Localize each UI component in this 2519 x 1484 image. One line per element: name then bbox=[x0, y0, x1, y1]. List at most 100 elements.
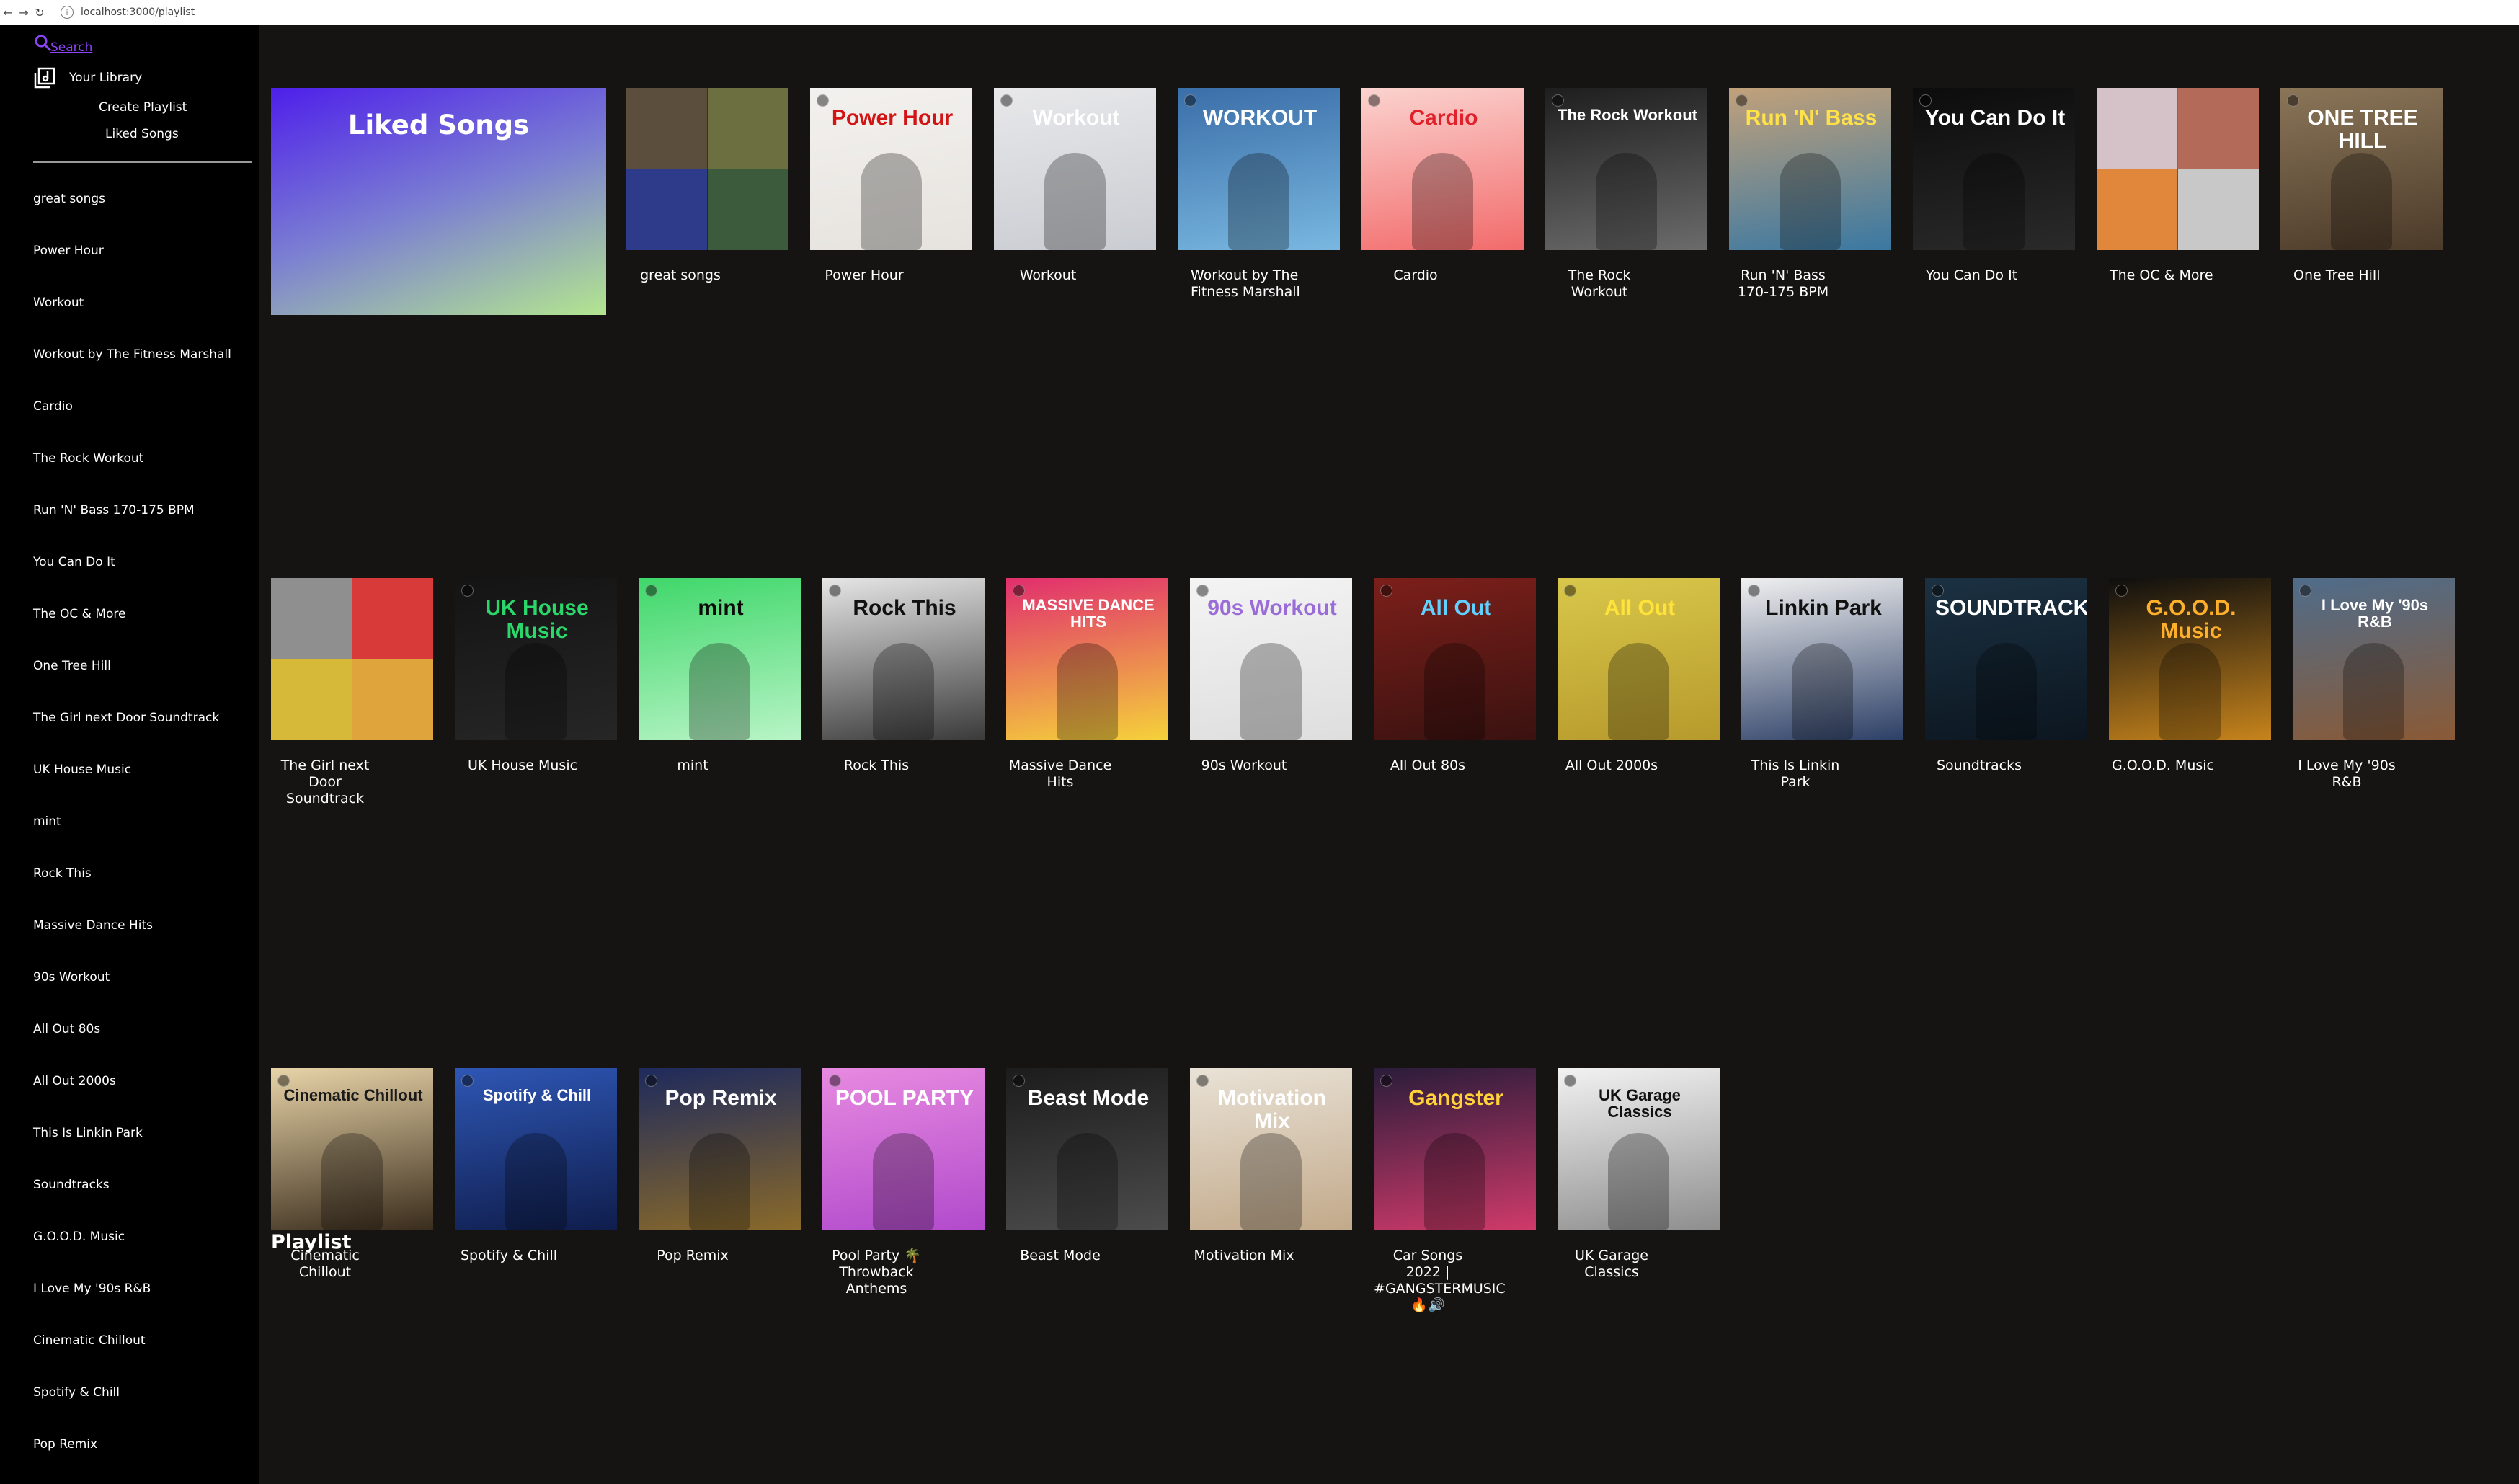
sidebar-item[interactable]: 90s Workout bbox=[33, 970, 231, 1022]
playlist-name[interactable]: You Can Do It bbox=[1913, 267, 2050, 284]
back-icon[interactable]: ← bbox=[0, 6, 16, 19]
reload-icon[interactable]: ↻ bbox=[32, 6, 48, 19]
sidebar-item[interactable]: UK House Music bbox=[33, 763, 231, 814]
playlist-name[interactable]: Run 'N' Bass 170-175 BPM bbox=[1729, 267, 1837, 301]
search-link[interactable]: Search bbox=[50, 40, 92, 55]
playlist-card[interactable]: The Girl next Door Soundtrack bbox=[271, 578, 433, 807]
sidebar-item[interactable]: Massive Dance Hits bbox=[33, 918, 231, 970]
sidebar-item[interactable]: This Is Linkin Park bbox=[33, 1126, 231, 1178]
sidebar-item[interactable]: You Can Do It bbox=[33, 555, 231, 607]
playlist-name[interactable]: Beast Mode bbox=[1006, 1248, 1114, 1264]
create-playlist-button[interactable]: Create Playlist bbox=[99, 100, 187, 115]
playlist-name[interactable]: Pool Party 🌴 Throwback Anthems bbox=[822, 1248, 930, 1297]
playlist-name[interactable]: Power Hour bbox=[810, 267, 918, 284]
playlist-card[interactable]: Pop Remix Pop Remix bbox=[639, 1068, 801, 1263]
playlist-name[interactable]: mint bbox=[639, 757, 747, 774]
playlist-name[interactable]: One Tree Hill bbox=[2280, 267, 2417, 284]
sidebar-item[interactable]: Workout bbox=[33, 296, 231, 347]
sidebar-divider bbox=[33, 161, 252, 163]
playlist-card[interactable]: Motivation Mix Motivation Mix bbox=[1190, 1068, 1352, 1263]
playlist-name[interactable]: Workout by The Fitness Marshall bbox=[1178, 267, 1315, 301]
playlist-card[interactable]: Gangster Car Songs 2022 | #GANGSTERMUSIC … bbox=[1374, 1068, 1536, 1313]
playlist-card[interactable]: MASSIVE DANCE HITS Massive Dance Hits bbox=[1006, 578, 1168, 790]
sidebar-item[interactable]: One Tree Hill bbox=[33, 659, 231, 711]
playlist-name[interactable]: 90s Workout bbox=[1190, 757, 1298, 774]
your-library-nav[interactable]: Your Library bbox=[33, 66, 142, 89]
playlist-card[interactable]: SOUNDTRACKS Soundtracks bbox=[1925, 578, 2087, 773]
sidebar-item[interactable]: Soundtracks bbox=[33, 1178, 231, 1230]
playlist-name[interactable]: The Rock Workout bbox=[1545, 267, 1653, 301]
search-nav[interactable]: Search bbox=[33, 30, 92, 55]
sidebar-item[interactable]: Run 'N' Bass 170-175 BPM bbox=[33, 503, 231, 555]
playlist-card[interactable]: Workout Workout bbox=[994, 88, 1156, 283]
playlist-name[interactable]: UK House Music bbox=[455, 757, 592, 774]
playlist-name[interactable]: Soundtracks bbox=[1925, 757, 2033, 774]
sidebar-item[interactable]: All Out 2000s bbox=[33, 1074, 231, 1126]
playlist-card[interactable]: great songs bbox=[626, 88, 788, 283]
sidebar-item[interactable]: Cinematic Chillout bbox=[33, 1333, 231, 1385]
playlist-card[interactable]: I Love My '90s R&B I Love My '90s R&B bbox=[2293, 578, 2455, 790]
playlist-name[interactable]: All Out 2000s bbox=[1558, 757, 1666, 774]
sidebar-item[interactable]: Power Hour bbox=[33, 244, 231, 296]
playlist-name[interactable]: I Love My '90s R&B bbox=[2293, 757, 2401, 791]
playlist-name[interactable]: Workout bbox=[994, 267, 1102, 284]
playlist-name[interactable]: This Is Linkin Park bbox=[1741, 757, 1849, 791]
playlist-name[interactable]: Car Songs 2022 | #GANGSTERMUSIC 🔥🔊 bbox=[1374, 1248, 1506, 1314]
site-info-icon[interactable]: i bbox=[61, 6, 74, 19]
playlist-name[interactable]: Pop Remix bbox=[639, 1248, 747, 1264]
playlist-name[interactable]: G.O.O.D. Music bbox=[2109, 757, 2217, 774]
section-heading: Playlist bbox=[271, 1231, 352, 1253]
sidebar-item[interactable]: Rock This bbox=[33, 866, 231, 918]
sidebar-item[interactable]: The OC & More bbox=[33, 607, 231, 659]
playlist-name[interactable]: great songs bbox=[626, 267, 734, 284]
sidebar-item[interactable]: All Out 80s bbox=[33, 1022, 231, 1074]
forward-icon[interactable]: → bbox=[16, 6, 32, 19]
sidebar-item[interactable]: G.O.O.D. Music bbox=[33, 1230, 231, 1281]
sidebar-item[interactable]: Pop Remix bbox=[33, 1437, 231, 1484]
playlist-card[interactable]: Linkin Park This Is Linkin Park bbox=[1741, 578, 1903, 790]
playlist-card[interactable]: POOL PARTY Pool Party 🌴 Throwback Anthems bbox=[822, 1068, 985, 1297]
address-bar[interactable]: localhost:3000/playlist bbox=[81, 6, 195, 18]
liked-songs-link[interactable]: Liked Songs bbox=[105, 127, 179, 141]
playlist-card[interactable]: The OC & More bbox=[2097, 88, 2259, 283]
playlist-card[interactable]: mint mint bbox=[639, 578, 801, 773]
cover-title: Beast Mode bbox=[1027, 1086, 1150, 1110]
sidebar-item[interactable]: Spotify & Chill bbox=[33, 1385, 231, 1437]
cover-title: 90s Workout bbox=[1207, 596, 1337, 620]
playlist-card[interactable]: Beast Mode Beast Mode bbox=[1006, 1068, 1168, 1263]
sidebar-item[interactable]: The Girl next Door Soundtrack bbox=[33, 711, 231, 763]
playlist-name[interactable]: Rock This bbox=[822, 757, 930, 774]
sidebar-item[interactable]: Cardio bbox=[33, 399, 231, 451]
playlist-card[interactable]: G.O.O.D. Music G.O.O.D. Music bbox=[2109, 578, 2271, 773]
playlist-name[interactable]: Massive Dance Hits bbox=[1006, 757, 1114, 791]
playlist-card[interactable]: WORKOUT Workout by The Fitness Marshall bbox=[1178, 88, 1340, 300]
playlist-card[interactable]: Spotify & Chill Spotify & Chill bbox=[455, 1068, 617, 1263]
playlist-card[interactable]: Cardio Cardio bbox=[1361, 88, 1524, 283]
playlist-card[interactable]: Run 'N' Bass Run 'N' Bass 170-175 BPM bbox=[1729, 88, 1891, 300]
playlist-card[interactable]: UK House Music UK House Music bbox=[455, 578, 617, 773]
playlist-name[interactable]: Cardio bbox=[1361, 267, 1470, 284]
liked-songs-card[interactable]: Liked Songs bbox=[271, 88, 606, 315]
sidebar-item[interactable]: mint bbox=[33, 814, 231, 866]
playlist-card[interactable]: Rock This Rock This bbox=[822, 578, 985, 773]
playlist-card[interactable]: Power Hour Power Hour bbox=[810, 88, 972, 283]
sidebar-item[interactable]: Workout by The Fitness Marshall bbox=[33, 347, 231, 399]
playlist-name[interactable]: UK Garage Classics bbox=[1558, 1248, 1666, 1281]
playlist-card[interactable]: All Out All Out 80s bbox=[1374, 578, 1536, 773]
playlist-card[interactable]: UK Garage Classics UK Garage Classics bbox=[1558, 1068, 1720, 1280]
sidebar-item[interactable]: great songs bbox=[33, 192, 231, 244]
playlist-card[interactable]: All Out All Out 2000s bbox=[1558, 578, 1720, 773]
playlist-name[interactable]: The OC & More bbox=[2097, 267, 2234, 284]
sidebar-item[interactable]: The Rock Workout bbox=[33, 451, 231, 503]
sidebar-item[interactable]: I Love My '90s R&B bbox=[33, 1281, 231, 1333]
playlist-name[interactable]: Motivation Mix bbox=[1190, 1248, 1298, 1264]
playlist-card[interactable]: ONE TREE HILL One Tree Hill bbox=[2280, 88, 2443, 283]
playlist-card[interactable]: The Rock Workout The Rock Workout bbox=[1545, 88, 1707, 300]
cover-title: Power Hour bbox=[831, 106, 954, 130]
playlist-card[interactable]: 90s Workout 90s Workout bbox=[1190, 578, 1352, 773]
playlist-name[interactable]: Spotify & Chill bbox=[455, 1248, 563, 1264]
playlist-card[interactable]: You Can Do It You Can Do It bbox=[1913, 88, 2075, 283]
playlist-name[interactable]: All Out 80s bbox=[1374, 757, 1482, 774]
playlist-name[interactable]: The Girl next Door Soundtrack bbox=[271, 757, 379, 807]
playlist-card[interactable]: Cinematic Chillout Cinematic Chillout bbox=[271, 1068, 433, 1280]
